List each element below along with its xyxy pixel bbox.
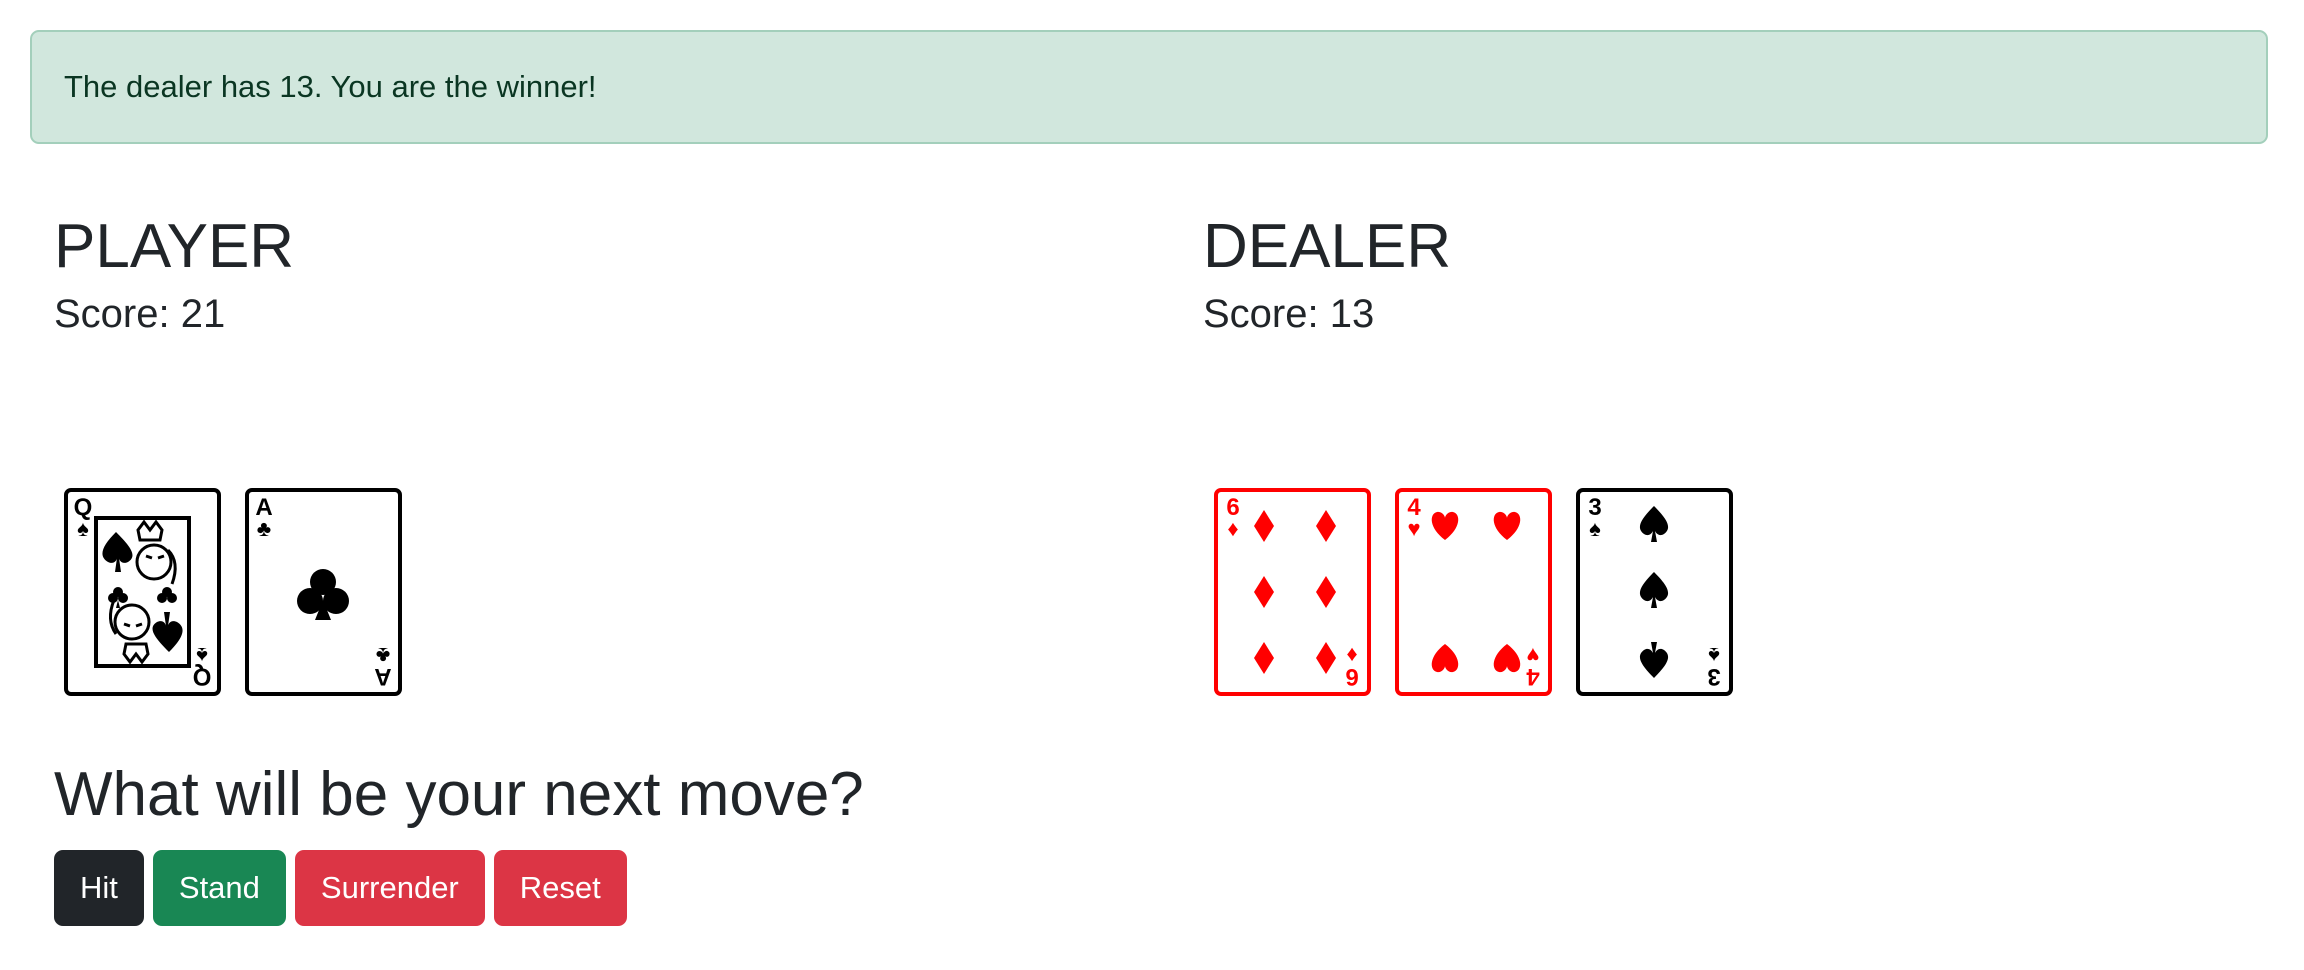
diamond-icon: ♦ [1227,516,1239,541]
heart-icon: ♥ [1407,516,1421,541]
dealer-card-six-of-diamonds: 6 ♦ 6 ♦ [1214,488,1371,696]
player-card-ace-of-clubs: A ♣ A ♣ [245,488,402,696]
player-card-queen-of-spades: Q ♠ Q ♠ [64,488,221,696]
dealer-score: Score: 13 [1203,292,1375,337]
action-buttons: Hit Stand Surrender Reset [54,850,627,926]
surrender-button[interactable]: Surrender [294,850,485,926]
stand-button[interactable]: Stand [152,850,286,926]
player-title: PLAYER [54,212,295,281]
reset-button[interactable]: Reset [493,850,627,926]
dealer-hand: 6 ♦ 6 ♦ 4 ♥ 4 ♥ 3 ♠ 3 ♠ [1214,488,1733,696]
result-message: The dealer has 13. You are the winner! [64,69,597,104]
hit-button[interactable]: Hit [54,850,144,926]
diamond-icon: ♦ [1346,643,1358,668]
player-hand: Q ♠ Q ♠ A ♣ A ♣ [64,488,402,696]
spade-icon: ♠ [1589,516,1601,541]
dealer-card-three-of-spades: 3 ♠ 3 ♠ [1576,488,1733,696]
spade-icon: ♠ [77,516,89,541]
dealer-title: DEALER [1203,212,1452,281]
result-alert: The dealer has 13. You are the winner! [30,30,2268,144]
club-icon: ♣ [256,516,272,541]
player-score: Score: 21 [54,292,226,337]
player-section: PLAYER Score: 21 [54,210,294,337]
dealer-section: DEALER Score: 13 [1203,210,1451,337]
next-move-prompt: What will be your next move? [54,760,864,829]
dealer-card-four-of-hearts: 4 ♥ 4 ♥ [1395,488,1552,696]
spade-icon: ♠ [1708,643,1720,668]
